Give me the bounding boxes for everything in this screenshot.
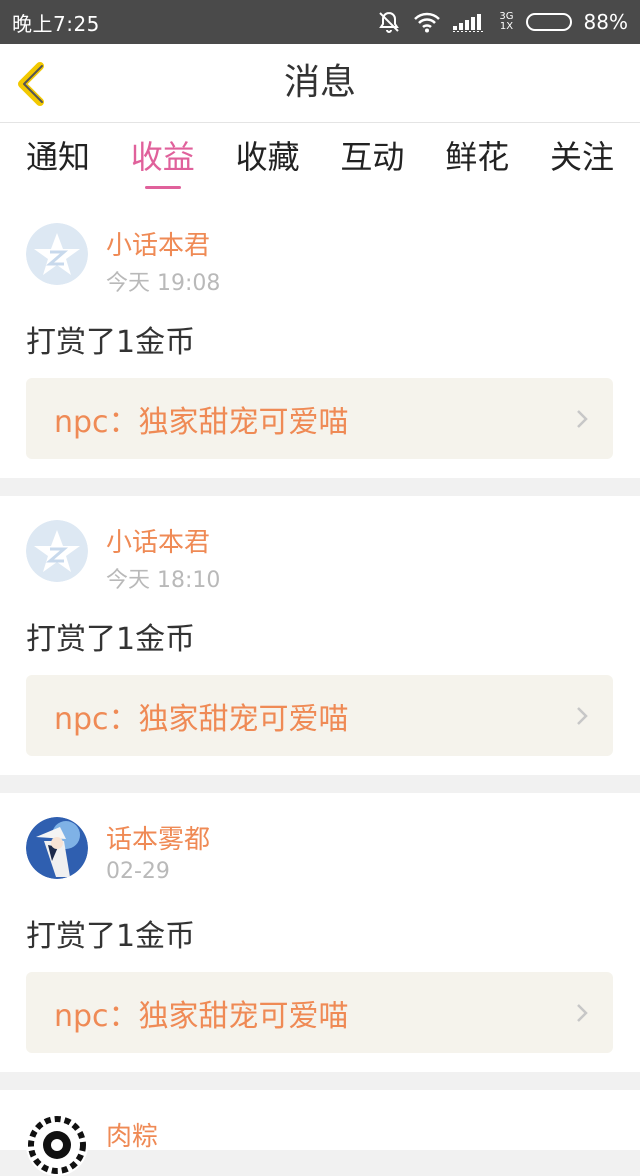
- signal-icon: [453, 12, 487, 32]
- qzone-star-icon: [26, 223, 88, 285]
- tab-interactions[interactable]: 互动: [340, 123, 404, 199]
- tab-bar: 通知 收益 收藏 互动 鲜花 关注: [0, 123, 640, 199]
- book-link[interactable]: npc：独家甜宠可爱喵: [26, 675, 613, 756]
- network-type: 3G 1X: [499, 12, 513, 32]
- header: 消息: [0, 44, 640, 123]
- book-title: npc：独家甜宠可爱喵: [54, 998, 349, 1034]
- message-time: 02-29: [106, 859, 170, 884]
- sender-name[interactable]: 话本雾都: [106, 819, 210, 856]
- gear-emblem-icon: [28, 1116, 86, 1174]
- tab-notifications[interactable]: 通知: [26, 123, 90, 199]
- battery-icon: [525, 13, 572, 31]
- chevron-right-icon: [577, 410, 588, 428]
- sender-name[interactable]: 小话本君: [106, 522, 210, 559]
- status-icons: 3G 1X 88%: [377, 10, 628, 34]
- status-time: 晚上7:25: [12, 11, 100, 36]
- message-text: 打赏了1金币: [26, 919, 196, 954]
- avatar[interactable]: [26, 223, 88, 285]
- avatar[interactable]: [26, 817, 88, 879]
- tab-earnings[interactable]: 收益: [131, 123, 195, 199]
- chevron-right-icon: [577, 1004, 588, 1022]
- network-type-bottom: 1X: [499, 21, 514, 32]
- message-time: 今天 18:10: [106, 568, 221, 593]
- tab-favorites[interactable]: 收藏: [236, 123, 300, 199]
- sender-name[interactable]: 小话本君: [106, 225, 210, 262]
- book-link[interactable]: npc：独家甜宠可爱喵: [26, 378, 613, 459]
- message-card: 小话本君 今天 19:08 打赏了1金币 npc：独家甜宠可爱喵: [0, 199, 640, 478]
- message-card: 肉粽: [0, 1090, 640, 1176]
- user-photo-icon: [26, 817, 88, 879]
- book-title: npc：独家甜宠可爱喵: [54, 404, 349, 440]
- page-title: 消息: [283, 62, 356, 103]
- sender-name[interactable]: 肉粽: [106, 1116, 158, 1153]
- status-bar: 晚上7:25 3G 1X 88%: [0, 0, 640, 44]
- book-link[interactable]: npc：独家甜宠可爱喵: [26, 972, 613, 1053]
- message-card: 小话本君 今天 18:10 打赏了1金币 npc：独家甜宠可爱喵: [0, 496, 640, 775]
- avatar[interactable]: [26, 1114, 88, 1176]
- tab-following[interactable]: 关注: [550, 123, 614, 199]
- avatar[interactable]: [26, 520, 88, 582]
- battery-percent: 88%: [583, 10, 628, 34]
- message-card: 话本雾都 02-29 打赏了1金币 npc：独家甜宠可爱喵: [0, 793, 640, 1072]
- message-time: 今天 19:08: [106, 271, 221, 296]
- wifi-icon: [413, 11, 441, 33]
- message-text: 打赏了1金币: [26, 622, 196, 657]
- bell-muted-icon: [377, 10, 401, 34]
- message-list: 小话本君 今天 19:08 打赏了1金币 npc：独家甜宠可爱喵 小话本君 今天…: [0, 199, 640, 1176]
- message-text: 打赏了1金币: [26, 325, 196, 360]
- tab-flowers[interactable]: 鲜花: [445, 123, 509, 199]
- qzone-star-icon: [26, 520, 88, 582]
- book-title: npc：独家甜宠可爱喵: [54, 701, 349, 737]
- chevron-right-icon: [577, 707, 588, 725]
